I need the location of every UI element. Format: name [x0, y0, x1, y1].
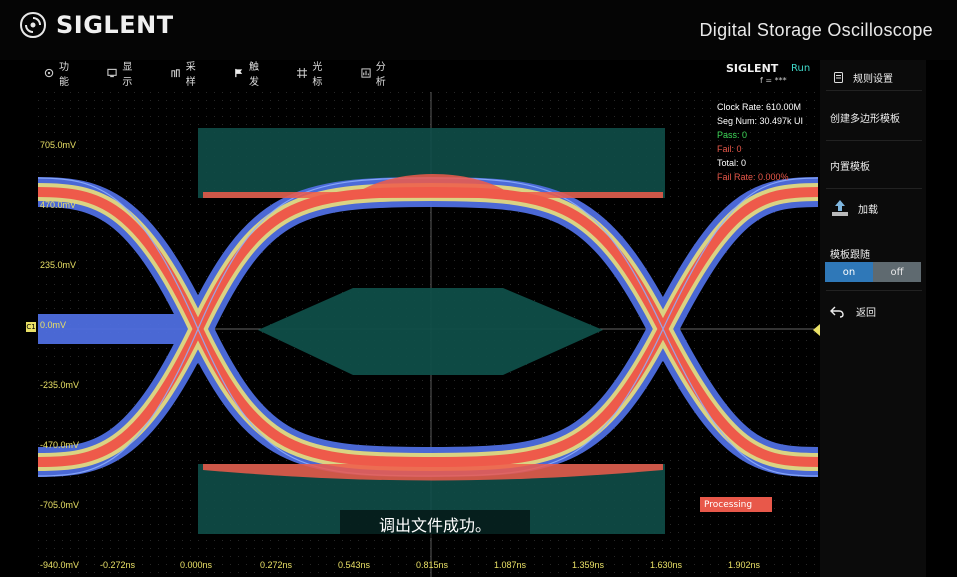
cursor-icon — [297, 67, 308, 79]
siglent-logo: SIGLENT — [18, 8, 174, 42]
load-icon — [830, 198, 850, 218]
menu-cursor[interactable]: 光标 — [297, 58, 330, 88]
menu-label: 触发 — [249, 62, 260, 88]
load-button[interactable]: 加载 — [830, 198, 878, 218]
processing-badge: Processing — [700, 497, 772, 512]
time-label: 0.000ns — [180, 560, 213, 570]
time-label: 0.272ns — [260, 560, 293, 570]
clock-rate: Clock Rate: 610.00M — [717, 102, 802, 112]
total-count: Total: 0 — [717, 158, 747, 168]
builtin-mask-button[interactable]: 内置模板 — [830, 158, 870, 173]
status-brand: SIGLENT — [726, 62, 779, 75]
toggle-off[interactable]: off — [873, 262, 921, 282]
menu-function[interactable]: 功能 — [44, 58, 77, 88]
back-button[interactable]: 返回 — [830, 304, 876, 319]
trigger-icon — [234, 68, 244, 79]
side-panel: 规则设置 创建多边形模板 内置模板 加载 模板跟随 返回 — [820, 60, 926, 577]
menu-analysis[interactable]: 分析 — [361, 58, 394, 88]
menu-sample[interactable]: 采样 — [171, 58, 204, 88]
divider — [826, 90, 922, 91]
analysis-icon — [361, 67, 371, 79]
time-label: 1.359ns — [572, 560, 605, 570]
time-label: 0.815ns — [416, 560, 449, 570]
volt-label: -940.0mV — [40, 560, 80, 570]
time-label: -0.272ns — [100, 560, 136, 570]
time-label: 1.630ns — [650, 560, 683, 570]
menu-label: 分析 — [375, 62, 386, 88]
display-icon — [107, 68, 118, 79]
toggle-on[interactable]: on — [825, 262, 873, 282]
back-label: 返回 — [856, 308, 876, 319]
menu-display[interactable]: 显示 — [107, 58, 140, 88]
time-label: 0.543ns — [338, 560, 371, 570]
siglent-logo-icon — [20, 12, 46, 38]
mask-test-info: Clock Rate: 610.00M Seg Num: 30.497k UI … — [717, 100, 803, 184]
menu-label: 显示 — [122, 62, 133, 88]
menu-label: 功能 — [59, 62, 70, 88]
pass-count: Pass: 0 — [717, 130, 748, 140]
volt-label: -470.0mV — [40, 440, 80, 450]
volt-label: 470.0mV — [40, 200, 77, 210]
fail-count: Fail: 0 — [717, 144, 742, 154]
subtitle-caption: 调出文件成功。 — [340, 510, 530, 538]
divider — [826, 140, 922, 141]
mask-follow-label: 模板跟随 — [830, 250, 870, 261]
volt-label: 0.0mV — [40, 320, 67, 330]
divider — [826, 188, 922, 189]
side-title-label: 规则设置 — [853, 74, 893, 85]
volt-label: -235.0mV — [40, 380, 80, 390]
side-title[interactable]: 规则设置 — [834, 70, 893, 85]
time-label: 1.087ns — [494, 560, 527, 570]
time-label: 1.902ns — [728, 560, 761, 570]
menu-trigger[interactable]: 触发 — [234, 58, 267, 88]
function-icon — [44, 68, 54, 79]
fail-rate: Fail Rate: 0.000% — [717, 172, 789, 182]
load-label: 加载 — [858, 204, 878, 216]
volt-label: 235.0mV — [40, 260, 77, 270]
model-title: Digital Storage Oscilloscope — [699, 20, 933, 40]
frequency-readout: f = *** — [760, 76, 787, 85]
channel-marker[interactable]: C1 — [26, 322, 36, 332]
brand-text: SIGLENT — [56, 11, 174, 39]
menu-label: 采样 — [185, 62, 196, 88]
trigger-level-marker[interactable] — [813, 324, 820, 336]
run-status[interactable]: Run — [791, 63, 810, 74]
create-polygon-mask-button[interactable]: 创建多边形模板 — [830, 110, 900, 125]
divider — [826, 290, 922, 291]
settings-icon — [834, 72, 843, 83]
top-menu-bar: 功能 显示 采样 触发 光标 分析 — [28, 58, 408, 88]
seg-num: Seg Num: 30.497k UI — [717, 116, 804, 126]
menu-label: 光标 — [312, 62, 323, 88]
mask-follow-toggle[interactable]: on off — [825, 262, 921, 282]
volt-label: 705.0mV — [40, 140, 77, 150]
volt-label: -705.0mV — [40, 500, 80, 510]
back-arrow-icon — [830, 306, 844, 318]
sample-icon — [171, 68, 181, 79]
